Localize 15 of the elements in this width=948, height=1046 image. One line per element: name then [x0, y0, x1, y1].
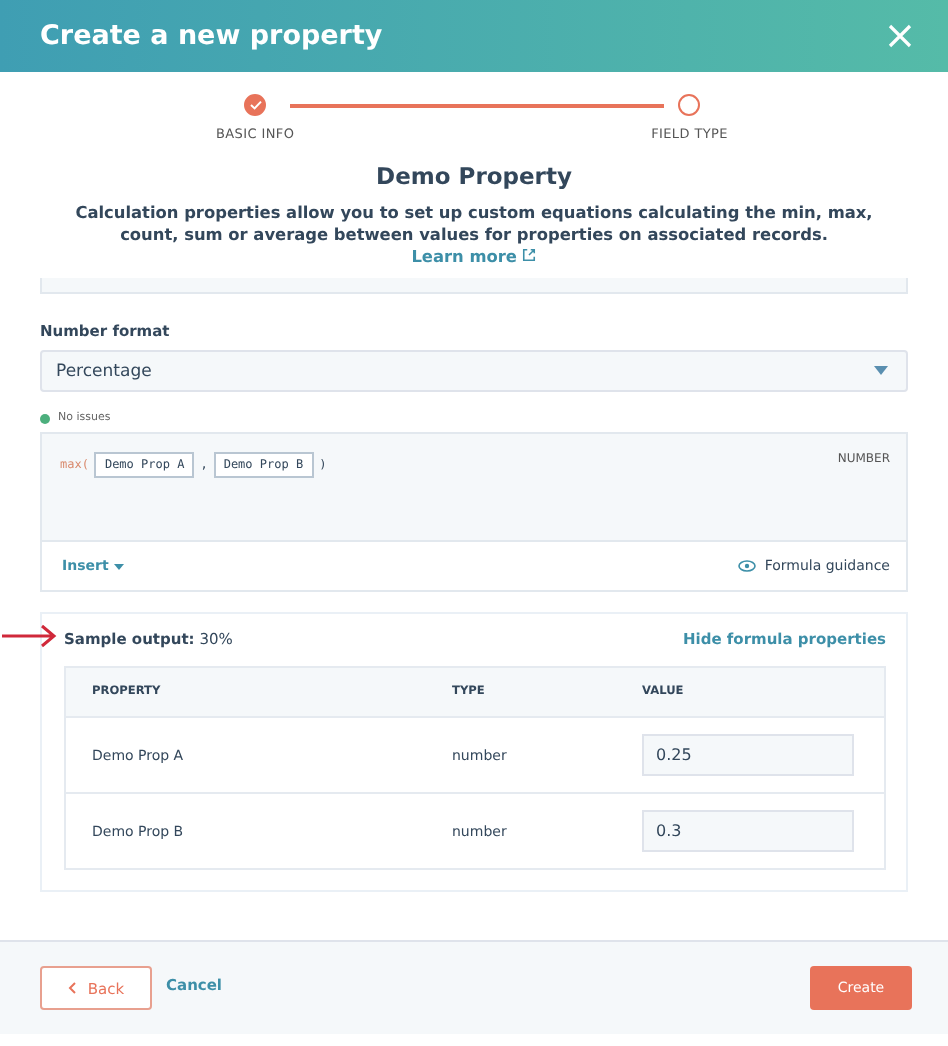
chevron-left-icon	[67, 982, 76, 994]
close-icon[interactable]	[888, 24, 912, 48]
learn-more-link[interactable]: Learn more	[411, 246, 537, 266]
eye-icon	[738, 560, 757, 572]
value-input[interactable]: 0.3	[642, 810, 854, 852]
description-text: Calculation properties allow you to set up custom equations calculating the min, max, count, sum or average between values for properties on associated records. Learn more	[74, 202, 874, 268]
property-heading: Demo Property	[374, 162, 574, 190]
arrow-icon	[2, 624, 58, 648]
caret-icon	[114, 563, 125, 569]
caret-icon	[874, 366, 888, 376]
check-icon	[249, 100, 262, 110]
number-format-select[interactable]: Percentage	[40, 350, 908, 392]
external-link-icon	[522, 248, 537, 262]
value-input[interactable]: 0.25	[642, 734, 854, 776]
window-title: Create a new property	[40, 20, 383, 52]
